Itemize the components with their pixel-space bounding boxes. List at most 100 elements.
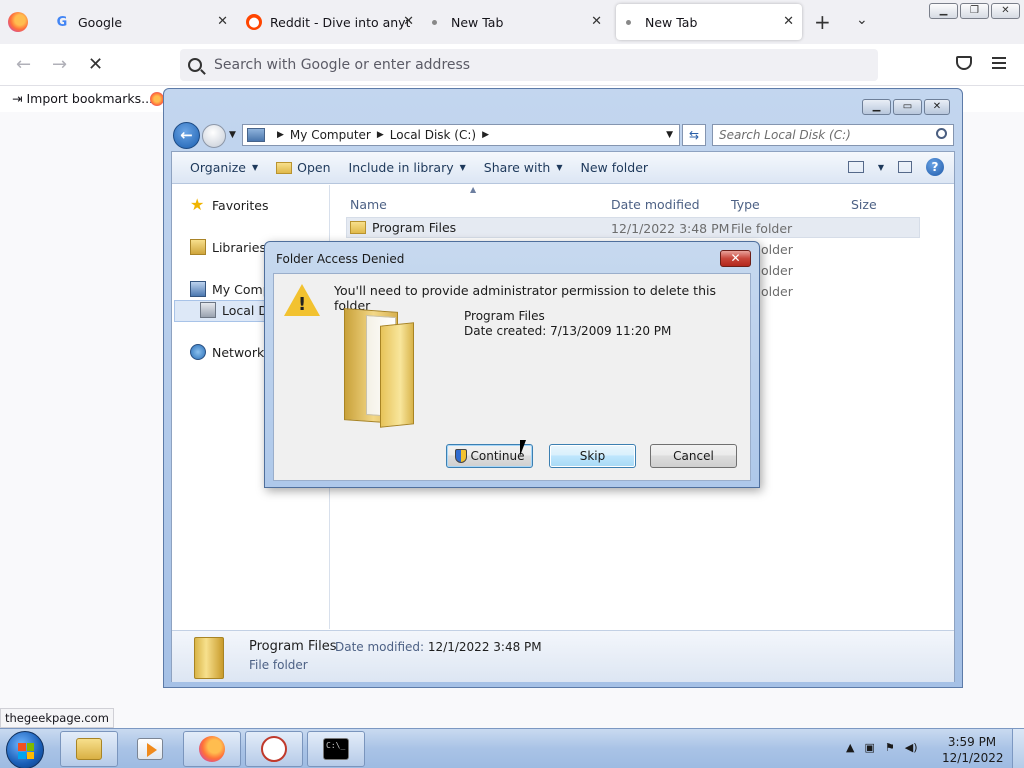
preview-pane-icon[interactable] <box>898 161 912 173</box>
media-player-icon <box>137 738 163 760</box>
forward-arrow-icon[interactable] <box>202 124 226 148</box>
details-pane: Program Files Date modified: 12/1/2022 3… <box>172 630 954 682</box>
import-bookmarks-link[interactable]: ⇥ Import bookmarks... <box>12 91 153 106</box>
address-dropdown-icon[interactable]: ▼ <box>666 130 673 140</box>
folder-icon <box>350 221 366 234</box>
tab-new-tab[interactable]: New Tab ✕ <box>422 4 610 40</box>
start-button[interactable] <box>6 731 44 768</box>
firefox-bookmark-icon[interactable] <box>150 92 164 106</box>
nav-label: Favorites <box>212 197 269 213</box>
url-bar[interactable]: Search with Google or enter address <box>180 49 878 81</box>
nav-item-favorites[interactable]: ★ Favorites <box>190 197 268 213</box>
table-row[interactable]: Program Files <box>350 220 456 235</box>
dropdown-arrow-icon: ▼ <box>459 163 466 172</box>
close-tab-icon[interactable]: ✕ <box>217 14 228 29</box>
pocket-icon[interactable] <box>956 56 972 70</box>
details-modified: Date modified: 12/1/2022 3:48 PM <box>335 640 542 654</box>
tab-label: Reddit - Dive into anythin <box>270 14 410 30</box>
tab-label: New Tab <box>451 14 504 30</box>
organize-button[interactable]: Organize ▼ <box>190 160 258 175</box>
recent-pages-dropdown-icon[interactable]: ▼ <box>229 130 236 140</box>
breadcrumb-my-computer[interactable]: My Computer <box>290 128 371 142</box>
close-tab-icon[interactable]: ✕ <box>783 14 794 29</box>
nav-item-libraries[interactable]: Libraries <box>190 239 266 255</box>
close-tab-icon[interactable]: ✕ <box>403 14 414 29</box>
nav-item-my-computer[interactable]: My Comp <box>190 281 271 297</box>
tab-new-tab-active[interactable]: New Tab ✕ <box>616 4 802 40</box>
breadcrumb-arrow-icon[interactable]: ▶ <box>377 130 384 140</box>
forward-arrow-icon[interactable]: → <box>52 54 67 75</box>
refresh-icon[interactable]: ⇆ <box>682 124 706 146</box>
column-header-date[interactable]: Date modified <box>611 197 700 212</box>
breadcrumb-local-disk[interactable]: Local Disk (C:) <box>390 128 476 142</box>
search-icon[interactable] <box>936 128 947 139</box>
column-header-size[interactable]: Size <box>851 197 877 212</box>
help-icon[interactable]: ? <box>926 158 944 176</box>
cancel-button[interactable]: Cancel <box>650 444 737 468</box>
network-tray-icon[interactable]: ▣ <box>864 741 874 754</box>
nav-item-local-disk[interactable]: Local Di <box>200 302 271 318</box>
bookmark-label: Import bookmarks... <box>26 91 154 106</box>
dropdown-arrow-icon: ▼ <box>556 163 563 172</box>
taskbar-explorer-button[interactable] <box>60 731 118 767</box>
open-button[interactable]: Open <box>276 160 331 175</box>
browser-tab-bar: G Google ✕ ● Reddit - Dive into anythin … <box>0 0 1024 44</box>
hamburger-menu-icon[interactable] <box>992 57 1006 72</box>
action-center-icon[interactable]: ⚑ <box>885 741 895 754</box>
cancel-label: Cancel <box>673 449 714 463</box>
column-header-name[interactable]: Name <box>350 197 387 212</box>
tab-label: Google <box>78 14 123 30</box>
address-bar[interactable]: ▶ My Computer ▶ Local Disk (C:) ▶ ▼ <box>242 124 680 146</box>
new-tab-plus-icon[interactable]: + <box>814 10 831 34</box>
dialog-close-button[interactable]: ✕ <box>720 250 751 267</box>
share-with-button[interactable]: Share with ▼ <box>484 160 563 175</box>
clock-date: 12/1/2022 <box>942 751 1004 765</box>
tab-dot-icon <box>626 19 631 25</box>
tab-google[interactable]: G Google ✕ <box>44 4 236 40</box>
library-icon <box>190 239 206 255</box>
skip-button[interactable]: Skip <box>549 444 636 468</box>
window-controls: ▁ ❐ ✕ <box>929 3 1020 19</box>
search-icon <box>188 58 202 72</box>
include-in-library-button[interactable]: Include in library ▼ <box>349 160 466 175</box>
column-header-type[interactable]: Type <box>731 197 760 212</box>
restore-button[interactable]: ❐ <box>960 3 989 19</box>
row-type: File folder <box>731 221 793 236</box>
new-folder-label: New folder <box>580 160 649 175</box>
folder-icon <box>194 637 224 679</box>
close-window-button[interactable]: ✕ <box>924 99 950 115</box>
clock[interactable]: 3:59 PM 12/1/2022 <box>942 734 1004 766</box>
continue-label: Continue <box>470 449 525 463</box>
show-hidden-icons-icon[interactable]: ▲ <box>846 741 854 754</box>
view-options-icon[interactable] <box>847 161 864 173</box>
tab-reddit[interactable]: ● Reddit - Dive into anythin ✕ <box>236 4 422 40</box>
maximize-button[interactable]: ▭ <box>893 99 922 115</box>
url-placeholder: Search with Google or enter address <box>214 57 471 73</box>
taskbar-firefox-button[interactable] <box>183 731 241 767</box>
view-dropdown-icon[interactable]: ▼ <box>878 163 884 172</box>
close-window-button[interactable]: ✕ <box>991 3 1020 19</box>
import-icon: ⇥ <box>12 91 27 106</box>
stop-loading-icon[interactable]: ✕ <box>88 54 103 75</box>
taskbar-media-player-button[interactable] <box>121 731 179 767</box>
new-folder-button[interactable]: New folder <box>581 160 649 175</box>
volume-icon[interactable]: ◀) <box>905 741 918 754</box>
clock-time: 3:59 PM <box>947 735 997 749</box>
nav-item-network[interactable]: Network <box>190 344 264 360</box>
back-arrow-icon[interactable]: ← <box>173 122 200 149</box>
folder-access-denied-dialog: Folder Access Denied ✕ ! You'll need to … <box>264 241 760 488</box>
minimize-button[interactable]: ▁ <box>929 3 958 19</box>
list-all-tabs-chevron-icon[interactable]: ⌄ <box>856 12 868 28</box>
back-arrow-icon[interactable]: ← <box>16 54 31 75</box>
skip-label: Skip <box>579 449 606 463</box>
close-tab-icon[interactable]: ✕ <box>591 14 602 29</box>
search-placeholder: Search Local Disk (C:) <box>719 128 851 142</box>
firefox-logo-icon[interactable] <box>8 12 28 32</box>
show-desktop-button[interactable] <box>1012 729 1024 768</box>
search-input[interactable]: Search Local Disk (C:) <box>712 124 954 146</box>
taskbar-snipping-tool-button[interactable] <box>245 731 303 767</box>
breadcrumb-arrow-icon[interactable]: ▶ <box>482 130 489 140</box>
breadcrumb-arrow-icon[interactable]: ▶ <box>277 130 284 140</box>
minimize-button[interactable]: ▁ <box>862 99 891 115</box>
taskbar-cmd-button[interactable]: C:\_ <box>307 731 365 767</box>
